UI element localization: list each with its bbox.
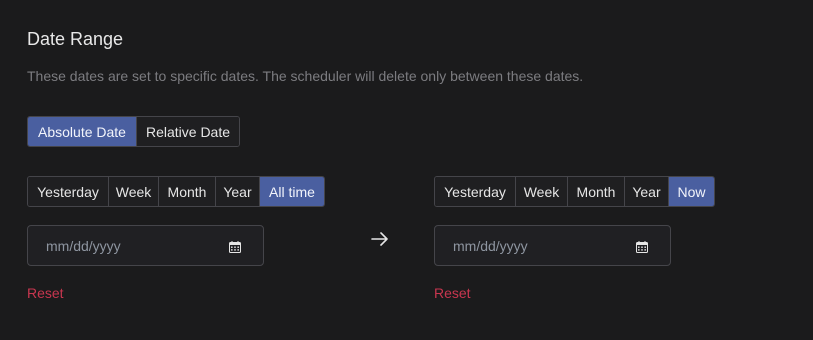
end-date-input[interactable] [453, 237, 636, 254]
arrow-right-icon [369, 228, 391, 250]
section-description: These dates are set to specific dates. T… [27, 68, 584, 84]
start-preset-group: Yesterday Week Month Year All time [27, 176, 325, 207]
end-preset-week[interactable]: Week [516, 177, 568, 206]
end-preset-year[interactable]: Year [625, 177, 669, 206]
start-preset-year[interactable]: Year [216, 177, 260, 206]
section-title: Date Range [27, 29, 124, 49]
mode-absolute-date-button[interactable]: Absolute Date [28, 117, 137, 146]
start-preset-all-time[interactable]: All time [260, 177, 324, 206]
calendar-icon[interactable] [229, 240, 241, 253]
mode-relative-date-button[interactable]: Relative Date [137, 117, 239, 146]
end-preset-yesterday[interactable]: Yesterday [435, 177, 516, 206]
start-preset-month[interactable]: Month [159, 177, 216, 206]
date-mode-toggle: Absolute Date Relative Date [27, 116, 240, 147]
end-reset-link[interactable]: Reset [434, 285, 471, 301]
calendar-icon[interactable] [636, 240, 648, 253]
start-preset-yesterday[interactable]: Yesterday [28, 177, 109, 206]
date-range-panel: Date Range These dates are set to specif… [0, 0, 813, 340]
start-date-field [27, 225, 264, 266]
end-preset-month[interactable]: Month [568, 177, 625, 206]
start-reset-link[interactable]: Reset [27, 285, 64, 301]
end-preset-group: Yesterday Week Month Year Now [434, 176, 715, 207]
end-date-field [434, 225, 671, 266]
start-preset-week[interactable]: Week [109, 177, 159, 206]
start-date-input[interactable] [46, 237, 229, 254]
end-preset-now[interactable]: Now [669, 177, 714, 206]
